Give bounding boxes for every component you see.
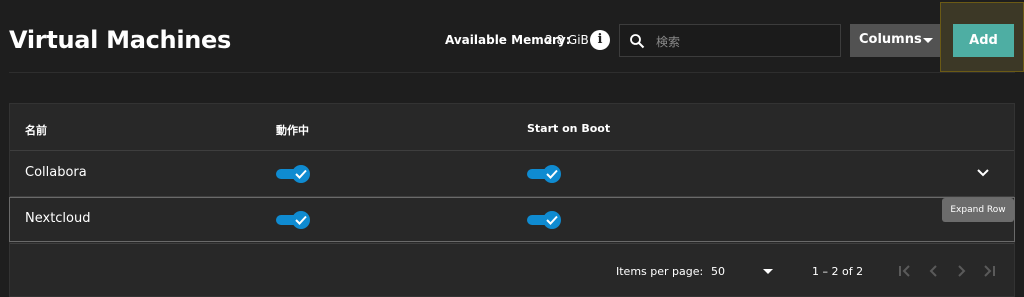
vm-name-cell: Collabora (25, 165, 87, 180)
expand-row-tooltip: Expand Row (942, 198, 1014, 222)
previous-page-icon[interactable] (925, 262, 943, 280)
available-memory-value: 2.8 GiB (545, 33, 589, 47)
start-on-boot-toggle[interactable] (527, 211, 561, 229)
column-header-name[interactable]: 名前 (25, 122, 47, 138)
search-icon (630, 34, 645, 49)
virtual-machines-page: Virtual Machines Available Memory: 2.8 G… (0, 0, 1024, 297)
columns-button-label: Columns (859, 32, 922, 47)
caret-down-icon[interactable] (763, 269, 773, 274)
vm-name-cell: Nextcloud (25, 211, 91, 226)
caret-down-icon (923, 38, 933, 43)
pagination-range: 1 – 2 of 2 (812, 265, 864, 278)
column-header-running[interactable]: 動作中 (276, 122, 309, 138)
search-input[interactable]: 検索 (619, 24, 841, 57)
table-row[interactable] (10, 151, 1014, 196)
column-header-start-on-boot[interactable]: Start on Boot (527, 122, 610, 135)
items-per-page-select[interactable]: 50 (711, 265, 725, 278)
running-toggle[interactable] (276, 211, 310, 229)
start-on-boot-toggle[interactable] (527, 165, 561, 183)
search-placeholder: 検索 (656, 35, 681, 49)
chevron-down-icon[interactable] (976, 168, 990, 178)
running-toggle[interactable] (276, 165, 310, 183)
columns-button[interactable]: Columns (850, 24, 946, 57)
add-button[interactable]: Add (953, 24, 1014, 57)
info-icon[interactable]: i (590, 30, 610, 50)
header-divider (9, 72, 1015, 73)
next-page-icon[interactable] (952, 262, 970, 280)
row-divider (10, 243, 1014, 244)
items-per-page-label: Items per page: (616, 265, 704, 278)
first-page-icon[interactable] (896, 262, 914, 280)
last-page-icon[interactable] (980, 262, 998, 280)
page-title: Virtual Machines (9, 26, 232, 54)
table-row[interactable] (9, 197, 1015, 242)
